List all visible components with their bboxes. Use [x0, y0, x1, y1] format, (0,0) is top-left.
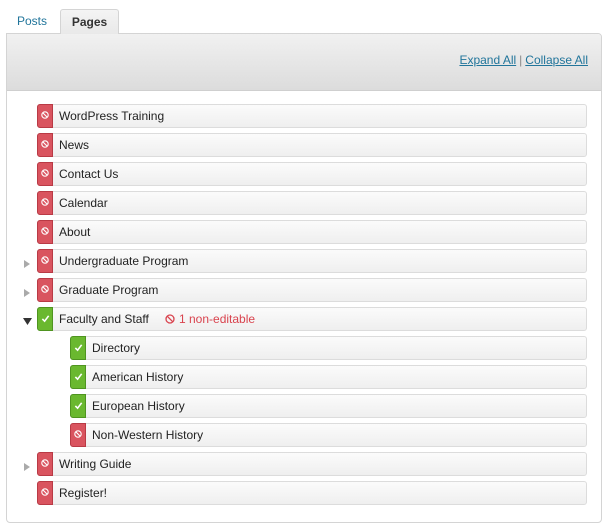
- editable-check-icon: [70, 365, 86, 389]
- expanded-arrow-icon[interactable]: [23, 315, 33, 325]
- tab-pages[interactable]: Pages: [60, 9, 119, 34]
- collapsed-arrow-icon[interactable]: [23, 286, 33, 297]
- collapse-all-link[interactable]: Collapse All: [525, 53, 588, 67]
- page-title: Non-Western History: [92, 428, 204, 442]
- page-row[interactable]: About: [37, 220, 587, 244]
- page-row[interactable]: Undergraduate Program: [37, 249, 587, 273]
- page-row[interactable]: Register!: [37, 481, 587, 505]
- tab-bar: Posts Pages: [0, 0, 609, 34]
- editable-check-icon: [70, 336, 86, 360]
- non-editable-icon: [37, 249, 53, 273]
- page-row[interactable]: Faculty and Staff 1 non-editable: [37, 307, 587, 331]
- non-editable-icon: [37, 452, 53, 476]
- expand-all-link[interactable]: Expand All: [459, 53, 516, 67]
- page-title: Undergraduate Program: [59, 254, 189, 268]
- page-row[interactable]: Non-Western History: [70, 423, 587, 447]
- page-row[interactable]: Directory: [70, 336, 587, 360]
- page-title: About: [59, 225, 91, 239]
- link-separator: |: [519, 53, 523, 67]
- page-title: European History: [92, 399, 185, 413]
- non-editable-icon: [37, 278, 53, 302]
- page-row[interactable]: Contact Us: [37, 162, 587, 186]
- non-editable-icon: [37, 133, 53, 157]
- page-row[interactable]: Calendar: [37, 191, 587, 215]
- page-title: Directory: [92, 341, 141, 355]
- page-title: Calendar: [59, 196, 108, 210]
- tab-posts[interactable]: Posts: [8, 9, 56, 33]
- page-row[interactable]: Writing Guide: [37, 452, 587, 476]
- page-title: Faculty and Staff: [59, 312, 149, 326]
- panel-header: Expand All | Collapse All: [7, 34, 601, 91]
- pages-panel: Expand All | Collapse All WordPress Traini…: [6, 33, 602, 523]
- non-editable-count-text: 1 non-editable: [179, 312, 256, 326]
- collapsed-arrow-icon[interactable]: [23, 257, 33, 268]
- page-title: WordPress Training: [59, 109, 165, 123]
- page-row[interactable]: Graduate Program: [37, 278, 587, 302]
- warning-icon: [165, 312, 179, 326]
- editable-check-icon: [37, 307, 53, 331]
- page-title: Contact Us: [59, 167, 119, 181]
- page-title: Register!: [59, 486, 108, 500]
- collapsed-arrow-icon[interactable]: [23, 460, 33, 471]
- non-editable-icon: [37, 220, 53, 244]
- page-row[interactable]: American History: [70, 365, 587, 389]
- editable-check-icon: [70, 394, 86, 418]
- non-editable-icon: [70, 423, 86, 447]
- page-title: News: [59, 138, 90, 152]
- non-editable-count: 1 non-editable: [165, 312, 255, 327]
- expand-collapse-links: Expand All | Collapse All: [459, 53, 588, 67]
- page-row[interactable]: European History: [70, 394, 587, 418]
- non-editable-icon: [37, 481, 53, 505]
- page-row[interactable]: News: [37, 133, 587, 157]
- non-editable-icon: [37, 191, 53, 215]
- page-title: Graduate Program: [59, 283, 159, 297]
- page-title: Writing Guide: [59, 457, 132, 471]
- non-editable-icon: [37, 104, 53, 128]
- page-title: American History: [92, 370, 184, 384]
- non-editable-icon: [37, 162, 53, 186]
- page-row[interactable]: WordPress Training: [37, 104, 587, 128]
